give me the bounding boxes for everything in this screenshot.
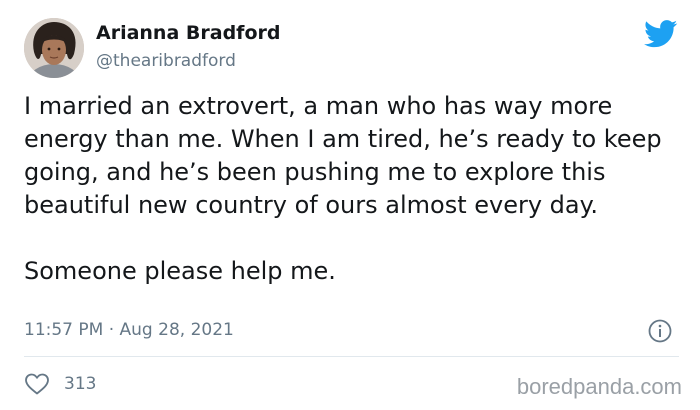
tweet-paragraph: Someone please help me. [24, 257, 336, 285]
tweet-paragraph: I married an extrovert, a man who has wa… [24, 92, 662, 219]
tweet-card: Arianna Bradford @thearibradford I marri… [0, 0, 700, 410]
like-button[interactable]: 313 [24, 372, 96, 396]
like-count: 313 [64, 374, 97, 394]
tweet-timestamp[interactable]: 11:57 PM · Aug 28, 2021 [24, 320, 234, 340]
avatar[interactable] [24, 18, 84, 78]
divider [24, 356, 679, 357]
author-name[interactable]: Arianna Bradford [96, 22, 280, 44]
watermark: boredpanda.com [516, 374, 682, 399]
heart-icon [25, 373, 49, 395]
tweet-text: I married an extrovert, a man who has wa… [24, 90, 684, 288]
author-handle[interactable]: @thearibradford [96, 51, 236, 71]
info-icon[interactable] [648, 319, 672, 343]
twitter-bird-icon[interactable] [644, 20, 678, 48]
profile-photo [24, 18, 84, 78]
